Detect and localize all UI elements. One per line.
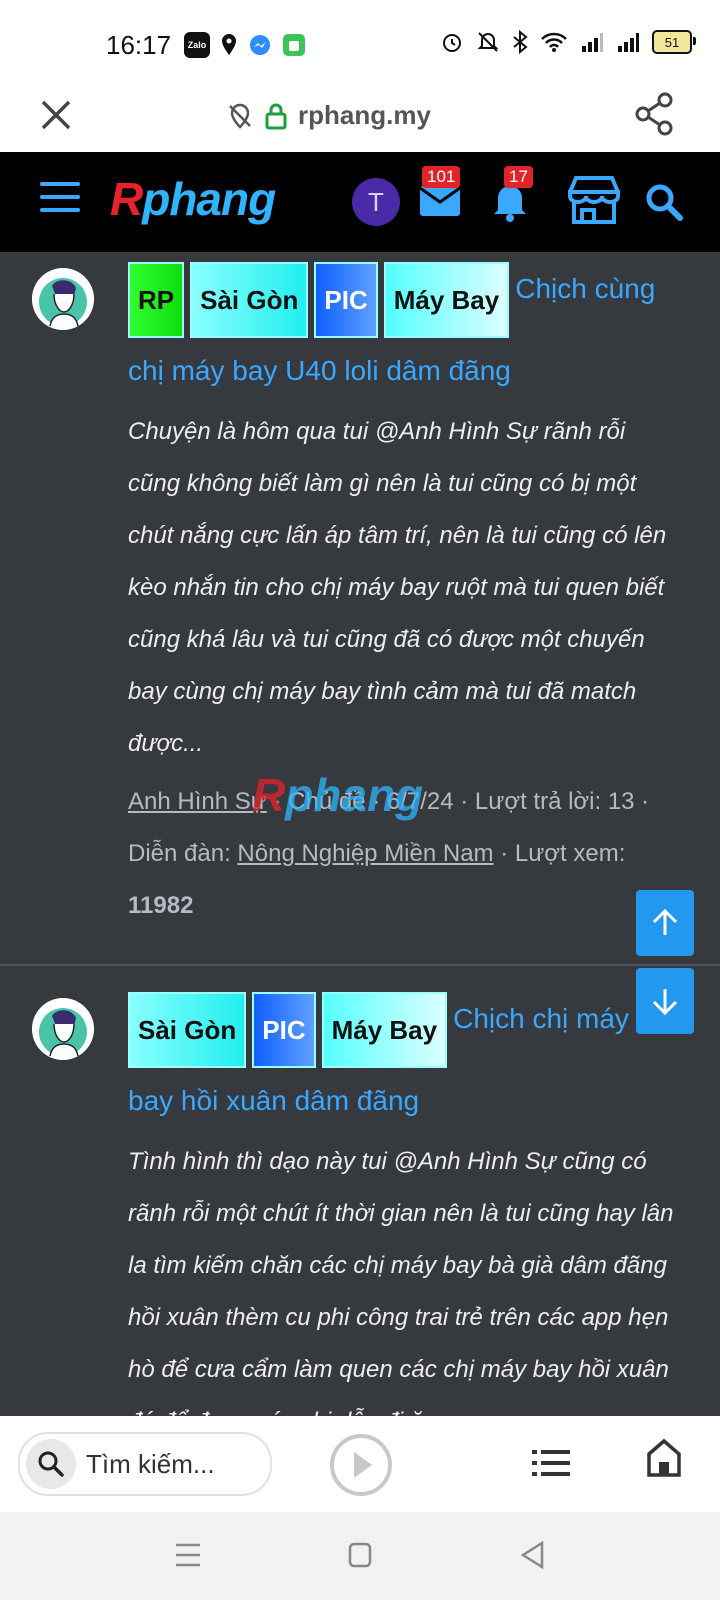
status-right-icons: 51 xyxy=(440,30,696,54)
home-icon[interactable] xyxy=(646,1438,682,1483)
search-icon[interactable] xyxy=(644,182,684,227)
search-box[interactable]: Tìm kiếm... xyxy=(18,1432,272,1496)
author-avatar[interactable] xyxy=(32,998,94,1060)
views-label: · Lượt xem: xyxy=(500,840,626,867)
tag-may-bay[interactable]: Máy Bay xyxy=(383,262,510,338)
close-icon[interactable] xyxy=(36,94,76,134)
mute-icon xyxy=(477,32,499,52)
views-count: 11982 xyxy=(128,892,194,919)
watermark-logo: Rphang xyxy=(252,769,424,821)
messages-icon[interactable]: 101 xyxy=(418,166,462,225)
user-avatar[interactable]: T xyxy=(352,178,400,226)
thread-item-1[interactable]: RP Sài Gòn PIC Máy Bay Chịch cùng chị máy ba… xyxy=(0,252,720,964)
search-placeholder: Tìm kiếm... xyxy=(86,1448,215,1479)
system-nav-bar xyxy=(0,1512,720,1600)
signal-icon-1 xyxy=(582,33,603,52)
thread-divider xyxy=(0,964,720,966)
url-text: rphang.my xyxy=(298,100,431,130)
search-icon xyxy=(26,1439,76,1489)
site-logo[interactable]: Rphang xyxy=(110,172,276,226)
back-nav-icon[interactable] xyxy=(520,1540,544,1575)
status-bar: 16:17 Zalo 51 xyxy=(0,0,720,86)
tag-pic[interactable]: PIC xyxy=(252,992,316,1068)
thread-excerpt: Chuyện là hôm qua tui @Anh Hình Sự rãnh … xyxy=(128,418,667,757)
menu-icon[interactable] xyxy=(40,182,80,221)
tracking-off-icon xyxy=(229,103,251,129)
status-app-icons: Zalo xyxy=(184,32,306,58)
tag-sai-gon[interactable]: Sài Gòn xyxy=(190,262,309,338)
forum-label: Diễn đàn: xyxy=(128,840,231,867)
scroll-top-button[interactable] xyxy=(636,890,694,956)
wifi-icon xyxy=(541,32,567,52)
alarm-icon xyxy=(443,34,461,52)
url-field[interactable]: rphang.my xyxy=(226,100,431,131)
messages-badge: 101 xyxy=(422,166,461,188)
messenger-icon xyxy=(250,35,270,55)
arrow-up-icon xyxy=(652,908,678,935)
lock-icon xyxy=(265,103,287,129)
bluetooth-icon xyxy=(513,30,528,54)
tag-rp[interactable]: RP xyxy=(128,262,185,338)
bottom-bar: Tìm kiếm... xyxy=(0,1416,720,1512)
list-icon[interactable] xyxy=(532,1448,572,1483)
forum-link[interactable]: Nông Nghiệp Miền Nam xyxy=(237,840,493,867)
arrow-down-icon xyxy=(652,989,678,1016)
recent-apps-icon[interactable] xyxy=(174,1542,202,1573)
shop-icon xyxy=(283,34,305,56)
scroll-bottom-button[interactable] xyxy=(636,968,694,1034)
home-nav-icon[interactable] xyxy=(348,1542,372,1573)
tag-sai-gon[interactable]: Sài Gòn xyxy=(128,992,247,1068)
play-button[interactable] xyxy=(330,1434,392,1496)
tag-pic[interactable]: PIC xyxy=(314,262,378,338)
thread-title[interactable]: RP Sài Gòn PIC Máy Bay Chịch cùng chị máy ba… xyxy=(128,256,680,404)
battery-icon: 51 xyxy=(652,30,696,54)
thread-excerpt: Tình hình thì dạo này tui @Anh Hình Sự c… xyxy=(128,1148,674,1416)
signal-icon-2 xyxy=(618,33,639,52)
author-link[interactable]: Anh Hình Sự xyxy=(128,788,267,815)
author-avatar[interactable] xyxy=(32,268,94,330)
tag-may-bay[interactable]: Máy Bay xyxy=(321,992,448,1068)
thread-title[interactable]: Sài Gòn PIC Máy Bay Chịch chị máy bay hồi x… xyxy=(128,986,680,1134)
share-icon[interactable] xyxy=(634,92,674,141)
browser-url-bar: rphang.my xyxy=(0,86,720,152)
notifications-icon[interactable]: 17 xyxy=(490,166,533,227)
play-icon xyxy=(354,1452,372,1478)
notifications-badge: 17 xyxy=(504,166,533,188)
location-icon xyxy=(222,34,236,55)
zalo-icon: Zalo xyxy=(184,32,210,58)
store-icon[interactable] xyxy=(566,174,622,231)
status-time: 16:17 xyxy=(106,30,172,60)
thread-item-2[interactable]: Sài Gòn PIC Máy Bay Chịch chị máy bay hồi x… xyxy=(0,982,720,1416)
site-header: Rphang T 101 17 xyxy=(0,152,720,252)
